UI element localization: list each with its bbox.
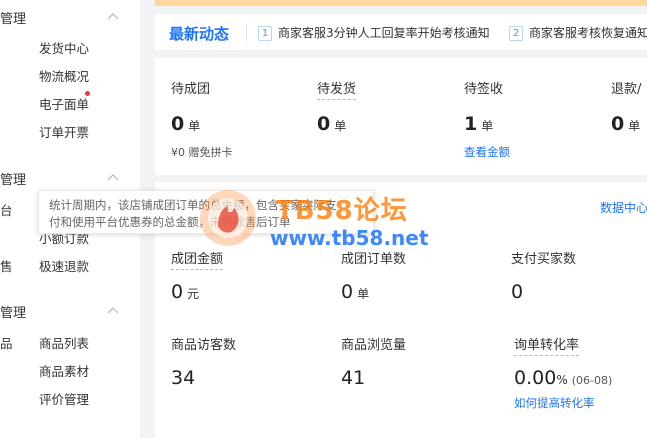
- metric-label: 支付买家数: [511, 252, 577, 267]
- news-item-text[interactable]: 商家客服考核恢复通知: [529, 26, 647, 40]
- metric-value: 0元: [171, 281, 200, 303]
- sidebar-item-review-management[interactable]: 评价管理: [39, 389, 89, 408]
- sidebar-left-label[interactable]: 台: [0, 200, 13, 219]
- view-amount-link[interactable]: 查看金额: [464, 144, 510, 160]
- tooltip-line: 付和使用平台优惠券的总金额，未剔除售后订单: [49, 215, 291, 229]
- chevron-up-icon[interactable]: [106, 304, 120, 318]
- chevron-up-icon[interactable]: [106, 171, 120, 185]
- metric-label: 询单转化率: [514, 334, 580, 356]
- sidebar-item-product-materials[interactable]: 商品素材: [39, 361, 89, 380]
- metric-value: 34: [171, 367, 196, 389]
- stat-value[interactable]: 0单: [611, 113, 640, 135]
- data-center-link[interactable]: 数据中心: [600, 199, 647, 216]
- sidebar-item-order-invoice[interactable]: 订单开票: [39, 122, 89, 141]
- news-item-number: 2: [509, 26, 523, 41]
- sidebar-item-fast-refund[interactable]: 极速退款: [39, 256, 89, 275]
- sidebar-item-product-list[interactable]: 商品列表: [39, 333, 89, 352]
- notice-strip: [155, 0, 647, 6]
- new-badge-dot: [85, 91, 90, 96]
- news-item[interactable]: 2 商家客服考核恢复通知: [509, 24, 647, 41]
- metric-label: 商品访客数: [171, 338, 237, 353]
- metric-label: 成团订单数: [341, 252, 407, 267]
- stat-value[interactable]: 0单: [171, 113, 200, 135]
- metric-value: 0单: [341, 281, 370, 303]
- sidebar-group-title[interactable]: 管理: [0, 169, 26, 188]
- improve-conversion-link[interactable]: 如何提高转化率: [514, 395, 595, 411]
- metric-tooltip: 统计周期内，该店铺成团订单的总金额，包含买家实际支 付和使用平台优惠券的总金额，…: [38, 190, 374, 242]
- metric-label: 商品浏览量: [341, 338, 407, 353]
- stat-label: 退款/: [611, 82, 642, 97]
- news-item-text[interactable]: 商家客服3分钟人工回复率开始考核通知: [278, 26, 490, 40]
- metric-label: 成团金额: [171, 248, 224, 270]
- news-title: 最新动态: [169, 25, 230, 43]
- sidebar-left-label[interactable]: 品: [0, 333, 13, 352]
- order-status-card: 待成团 0单 ¥0 赠免拼卡 待发货 0单 待签收 1单 查看金额 退款/ 0单: [155, 58, 647, 175]
- sidebar-item-e-waybill[interactable]: 电子面单: [39, 94, 89, 113]
- metric-value: 0.00% (06-08): [514, 367, 613, 389]
- stat-label: 待签收: [464, 82, 504, 97]
- metric-value: 0: [511, 281, 524, 303]
- sidebar-group-title[interactable]: 管理: [0, 8, 26, 27]
- tooltip-line: 统计周期内，该店铺成团订单的总金额，包含买家实际支: [49, 198, 337, 212]
- sidebar-left-label[interactable]: 售: [0, 256, 13, 275]
- sidebar-item-shipping-center[interactable]: 发货中心: [39, 38, 89, 57]
- stat-value[interactable]: 0单: [317, 113, 346, 135]
- metric-value: 41: [341, 367, 366, 389]
- stat-label: 待发货: [317, 78, 357, 100]
- stat-value[interactable]: 1单: [464, 113, 493, 135]
- sidebar-item-logistics-overview[interactable]: 物流概况: [39, 66, 89, 85]
- news-divider: [246, 24, 247, 41]
- stat-subtext: ¥0 赠免拼卡: [171, 146, 233, 159]
- sidebar-group-title[interactable]: 管理: [0, 302, 26, 321]
- chevron-up-icon[interactable]: [106, 10, 120, 24]
- stat-label: 待成团: [171, 82, 211, 97]
- news-item[interactable]: 1 商家客服3分钟人工回复率开始考核通知: [258, 24, 490, 41]
- news-bar: 最新动态 1 商家客服3分钟人工回复率开始考核通知 2 商家客服考核恢复通知: [155, 14, 647, 50]
- news-item-number: 1: [258, 26, 272, 41]
